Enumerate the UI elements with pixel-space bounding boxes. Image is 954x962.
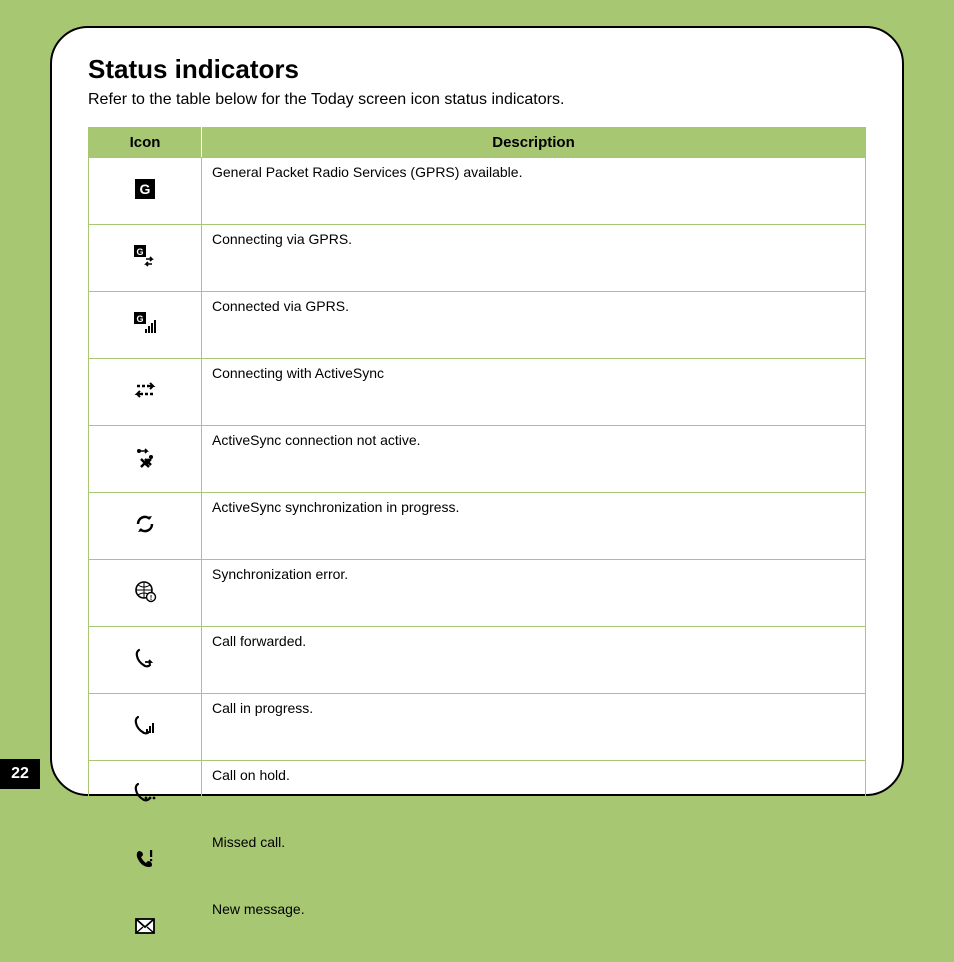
table-row: Call on hold.: [89, 761, 866, 828]
icon-cell: [89, 828, 202, 895]
icon-cell: [89, 560, 202, 627]
table-row: Connected via GPRS.: [89, 292, 866, 359]
icon-cell: [89, 158, 202, 225]
gprs-connected-icon: [132, 312, 158, 334]
gprs-connecting-icon: [132, 245, 158, 267]
table-row: Call forwarded.: [89, 627, 866, 694]
icon-cell: [89, 292, 202, 359]
manual-page: Status indicators Refer to the table bel…: [50, 26, 904, 796]
header-icon: Icon: [89, 128, 202, 158]
call-on-hold-icon: [132, 781, 158, 803]
table-row: ActiveSync synchronization in progress.: [89, 493, 866, 560]
icon-cell: [89, 895, 202, 962]
page-number-badge: 22: [0, 759, 40, 789]
description-cell: Call in progress.: [202, 694, 866, 761]
description-cell: Connecting with ActiveSync: [202, 359, 866, 426]
page-title: Status indicators: [88, 54, 866, 85]
table-row: Missed call.: [89, 828, 866, 895]
icon-cell: [89, 694, 202, 761]
table-header-row: Icon Description: [89, 128, 866, 158]
table-row: Synchronization error.: [89, 560, 866, 627]
description-cell: Missed call.: [202, 828, 866, 895]
status-indicators-table: Icon Description General Packet Radio Se…: [88, 127, 866, 962]
description-cell: General Packet Radio Services (GPRS) ava…: [202, 158, 866, 225]
icon-cell: [89, 225, 202, 292]
icon-cell: [89, 627, 202, 694]
icon-cell: [89, 761, 202, 828]
page-subtitle: Refer to the table below for the Today s…: [88, 91, 866, 109]
description-cell: Connected via GPRS.: [202, 292, 866, 359]
activesync-connecting-icon: [132, 379, 158, 401]
activesync-sync-icon: [132, 513, 158, 535]
header-description: Description: [202, 128, 866, 158]
description-cell: ActiveSync connection not active.: [202, 426, 866, 493]
call-in-progress-icon: [132, 714, 158, 736]
table-row: New message.: [89, 895, 866, 962]
icon-cell: [89, 359, 202, 426]
description-cell: Call on hold.: [202, 761, 866, 828]
icon-cell: [89, 426, 202, 493]
activesync-inactive-icon: [132, 446, 158, 468]
description-cell: ActiveSync synchronization in progress.: [202, 493, 866, 560]
icon-cell: [89, 493, 202, 560]
table-row: General Packet Radio Services (GPRS) ava…: [89, 158, 866, 225]
gprs-available-icon: [132, 178, 158, 200]
sync-error-icon: [132, 580, 158, 602]
table-row: Call in progress.: [89, 694, 866, 761]
table-row: Connecting with ActiveSync: [89, 359, 866, 426]
table-row: ActiveSync connection not active.: [89, 426, 866, 493]
missed-call-icon: [132, 848, 158, 870]
new-message-icon: [132, 915, 158, 937]
description-cell: Call forwarded.: [202, 627, 866, 694]
call-forwarded-icon: [132, 647, 158, 669]
description-cell: Synchronization error.: [202, 560, 866, 627]
description-cell: New message.: [202, 895, 866, 962]
table-row: Connecting via GPRS.: [89, 225, 866, 292]
description-cell: Connecting via GPRS.: [202, 225, 866, 292]
